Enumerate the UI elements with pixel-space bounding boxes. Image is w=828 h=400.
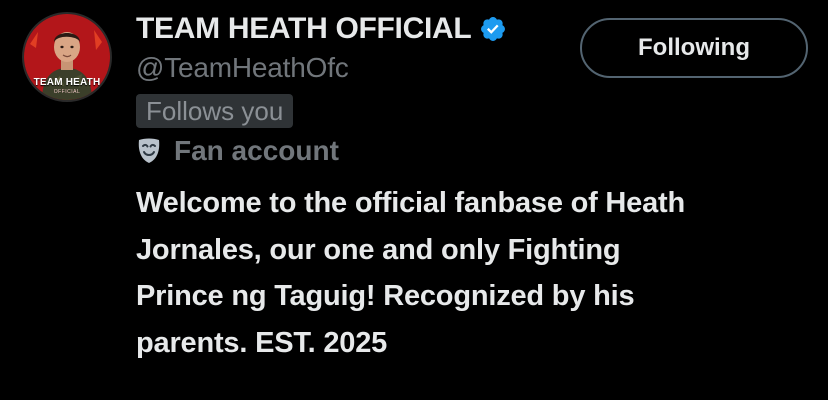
bio-line: Welcome to the official fanbase of Heath xyxy=(136,187,686,219)
display-name: TEAM HEATH OFFICIAL xyxy=(136,12,472,45)
avatar-title: TEAM HEATH xyxy=(33,77,101,88)
fan-account-label: Fan account xyxy=(136,134,339,168)
theater-mask-icon xyxy=(136,137,162,165)
verified-badge-icon[interactable] xyxy=(479,15,507,43)
profile-bio: Welcome to the official fanbase of Heath… xyxy=(136,180,816,366)
bio-line: Prince ng Taguig! Recognized by his xyxy=(136,280,635,312)
follows-you-badge: Follows you xyxy=(136,94,294,128)
bio-line: Jornales, our one and only Fighting xyxy=(136,233,621,266)
name-row: TEAM HEATH OFFICIAL xyxy=(136,10,507,48)
user-handle[interactable]: @TeamHeathOfc xyxy=(136,52,349,84)
avatar[interactable]: TEAM HEATH OFFICIAL xyxy=(22,12,112,102)
avatar-subtitle: OFFICIAL xyxy=(53,89,81,95)
bio-line: parents. EST. 2025 xyxy=(136,326,388,359)
fan-account-text: Fan account xyxy=(174,135,339,166)
profile-header: TEAM HEATH OFFICIAL TEAM HEATH OFFICIAL … xyxy=(0,0,828,400)
following-button[interactable]: Following xyxy=(580,18,808,78)
